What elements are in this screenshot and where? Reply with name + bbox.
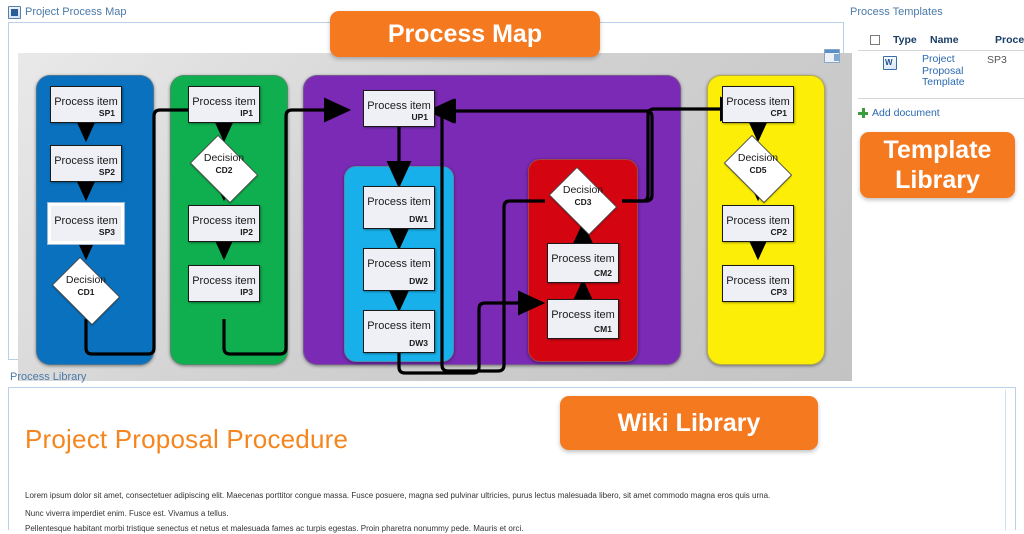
node-label: Process item: [54, 215, 118, 227]
process-map-webpart-title[interactable]: Project Process Map: [25, 6, 126, 18]
process-templates-list: Type Name Process Project Proposal Templ…: [850, 26, 1024, 126]
process-node-CP1[interactable]: Process item CP1: [722, 86, 794, 123]
top-strip: [0, 0, 1024, 3]
node-label: Decision: [562, 184, 604, 196]
node-code: IP3: [240, 287, 253, 297]
node-code: SP1: [98, 108, 115, 118]
process-node-SP3[interactable]: Process item SP3: [48, 203, 124, 244]
node-label: Decision: [203, 152, 245, 164]
template-process-value: SP3: [987, 54, 1007, 66]
node-code: SP3: [98, 227, 115, 237]
callout-template-library: Template Library: [860, 132, 1015, 198]
templates-list-header: Type Name Process: [858, 32, 1024, 51]
node-code: DW2: [409, 276, 428, 286]
process-node-DW2[interactable]: Process item DW2: [363, 248, 435, 291]
node-code: SP2: [98, 167, 115, 177]
callout-line-2: Library: [895, 166, 980, 194]
node-label: Process item: [367, 320, 431, 332]
divider: [858, 98, 1024, 99]
process-node-CM1[interactable]: Process item CM1: [547, 299, 619, 339]
column-header-process[interactable]: Process: [995, 34, 1024, 46]
node-label: Process item: [192, 96, 256, 108]
node-label: Process item: [367, 196, 431, 208]
wiki-paragraph: Nunc viverra imperdiet enim. Fusce est. …: [25, 509, 229, 518]
wiki-paragraph: Lorem ipsum dolor sit amet, consectetuer…: [25, 491, 771, 500]
node-code: CP1: [770, 108, 787, 118]
node-label: Process item: [551, 309, 615, 321]
process-node-DW3[interactable]: Process item DW3: [363, 310, 435, 353]
process-node-SP2[interactable]: Process item SP2: [50, 145, 122, 182]
wiki-page-title: Project Proposal Procedure: [25, 424, 349, 454]
process-node-CM2[interactable]: Process item CM2: [547, 243, 619, 283]
process-node-UP1[interactable]: Process item UP1: [363, 90, 435, 127]
node-code: UP1: [411, 112, 428, 122]
node-code: DW3: [409, 338, 428, 348]
panel-toggle-icon[interactable]: [824, 49, 840, 63]
node-label: Process item: [192, 275, 256, 287]
node-code: CP2: [770, 227, 787, 237]
process-node-IP2[interactable]: Process item IP2: [188, 205, 260, 242]
node-label: Process item: [367, 258, 431, 270]
node-code: CD5: [749, 165, 767, 175]
process-map-canvas[interactable]: Process item SP1 Process item SP2 Proces…: [18, 53, 852, 381]
node-label: Process item: [192, 215, 256, 227]
document-icon: [8, 6, 21, 19]
node-code: CM1: [594, 324, 612, 334]
decision-node-CD5[interactable]: Decision CD5: [718, 135, 798, 203]
wiki-right-divider: [1005, 390, 1006, 530]
node-label: Decision: [737, 152, 779, 164]
node-code: IP1: [240, 108, 253, 118]
process-map-webpart: Process item SP1 Process item SP2 Proces…: [8, 22, 852, 381]
decision-node-CD2[interactable]: Decision CD2: [184, 135, 264, 203]
wiki-paragraph: Pellentesque habitant morbi tristique se…: [25, 524, 524, 533]
process-node-CP2[interactable]: Process item CP2: [722, 205, 794, 242]
node-label: Process item: [54, 96, 118, 108]
process-templates-webpart-title[interactable]: Process Templates: [850, 6, 943, 18]
process-library-webpart-title[interactable]: Process Library: [10, 371, 86, 383]
node-label: Process item: [551, 253, 615, 265]
node-label: Process item: [54, 155, 118, 167]
select-all-checkbox[interactable]: [870, 35, 880, 45]
process-node-IP1[interactable]: Process item IP1: [188, 86, 260, 123]
node-label: Process item: [726, 215, 790, 227]
callout-line-1: Template: [883, 136, 992, 164]
template-name-link[interactable]: Project Proposal Template: [922, 53, 980, 89]
node-label: Process item: [726, 275, 790, 287]
node-code: CP3: [770, 287, 787, 297]
node-code: CM2: [594, 268, 612, 278]
decision-node-CD1[interactable]: Decision CD1: [46, 257, 126, 325]
node-code: CD1: [77, 287, 95, 297]
column-header-type[interactable]: Type: [893, 34, 917, 46]
node-label: Process item: [367, 100, 431, 112]
process-node-SP1[interactable]: Process item SP1: [50, 86, 122, 123]
node-code: CD3: [574, 197, 592, 207]
callout-process-map: Process Map: [330, 11, 600, 57]
node-label: Decision: [65, 274, 107, 286]
node-code: IP2: [240, 227, 253, 237]
add-document-link[interactable]: Add document: [872, 107, 940, 119]
word-document-icon: [883, 56, 897, 70]
column-header-name[interactable]: Name: [930, 34, 959, 46]
plus-icon: [858, 108, 868, 118]
process-node-IP3[interactable]: Process item IP3: [188, 265, 260, 302]
process-node-DW1[interactable]: Process item DW1: [363, 186, 435, 229]
decision-node-CD3[interactable]: Decision CD3: [543, 167, 623, 235]
node-label: Process item: [726, 96, 790, 108]
node-code: CD2: [215, 165, 233, 175]
node-code: DW1: [409, 214, 428, 224]
callout-wiki-library: Wiki Library: [560, 396, 818, 450]
process-node-CP3[interactable]: Process item CP3: [722, 265, 794, 302]
